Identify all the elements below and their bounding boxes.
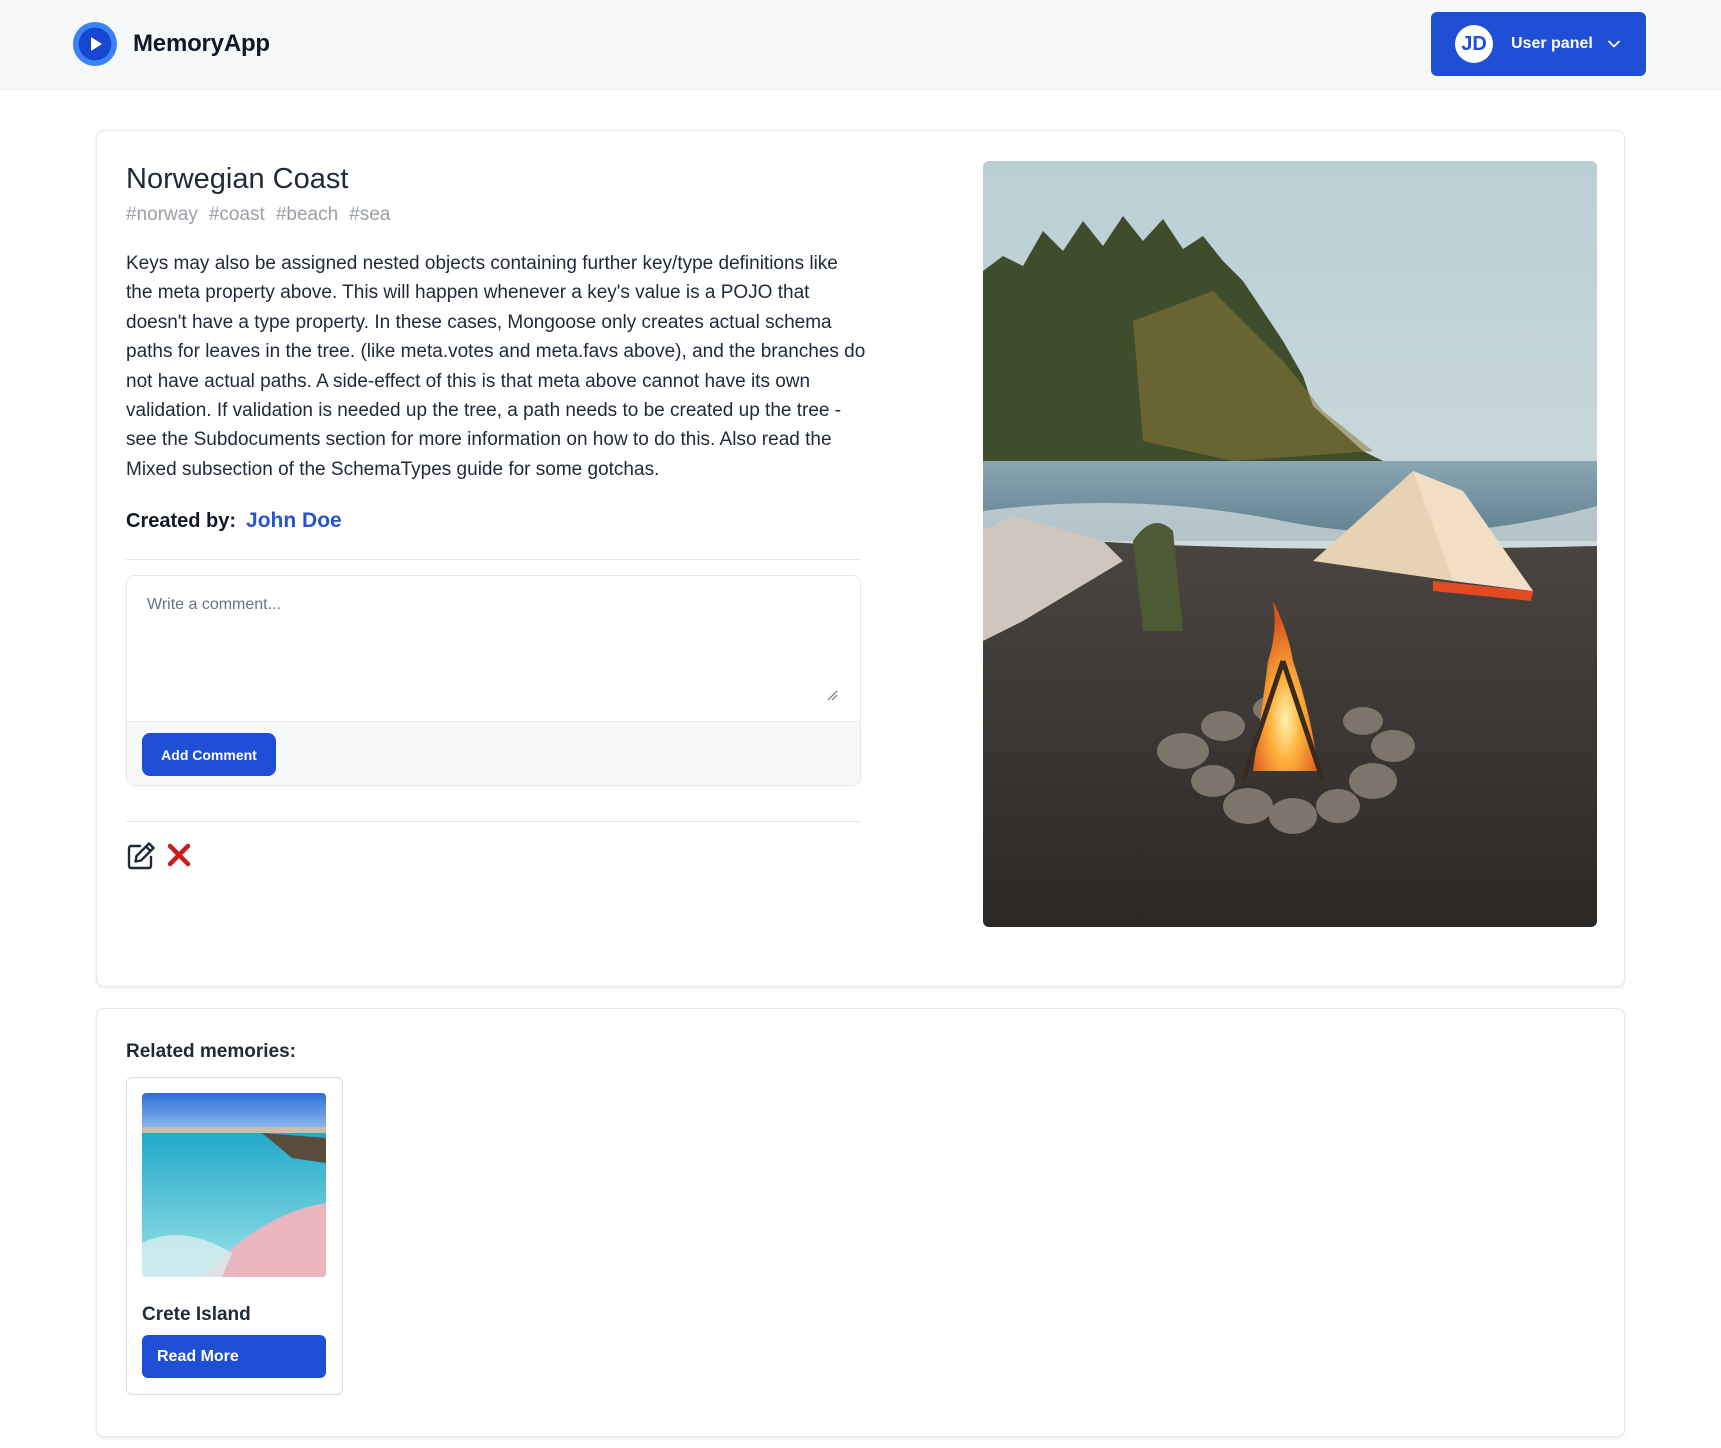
chevron-down-icon: [1607, 39, 1621, 49]
comment-input[interactable]: [127, 576, 860, 721]
divider: [126, 559, 861, 560]
created-by: Created by: John Doe: [126, 509, 342, 533]
tag-list: #norway #coast #beach #sea: [126, 204, 390, 226]
avatar: JD: [1455, 25, 1493, 63]
related-memories-section: Related memories: Crete Island Read More: [96, 1008, 1625, 1437]
resize-handle-icon[interactable]: [826, 688, 838, 706]
related-heading: Related memories:: [126, 1041, 297, 1062]
memory-card-title: Crete Island: [142, 1304, 251, 1325]
divider: [126, 821, 861, 822]
author-link[interactable]: John Doe: [246, 509, 342, 533]
created-by-label: Created by:: [126, 510, 237, 532]
brand-logo[interactable]: MemoryApp: [73, 22, 270, 66]
memory-title: Norwegian Coast: [126, 163, 349, 195]
comment-form-footer: Add Comment: [127, 721, 860, 785]
tag[interactable]: #beach: [276, 204, 338, 226]
tag[interactable]: #sea: [349, 204, 390, 226]
play-circle-icon: [73, 22, 117, 66]
comment-form: Add Comment: [126, 575, 861, 786]
memory-image: [983, 161, 1597, 927]
add-comment-button[interactable]: Add Comment: [142, 733, 276, 776]
tag[interactable]: #norway: [126, 204, 198, 226]
memory-description: Keys may also be assigned nested objects…: [126, 253, 866, 480]
edit-icon[interactable]: [125, 840, 157, 877]
tag[interactable]: #coast: [209, 204, 265, 226]
read-more-button[interactable]: Read More: [142, 1335, 326, 1378]
user-panel-button[interactable]: JD User panel: [1431, 12, 1646, 76]
memory-detail-card: Norwegian Coast #norway #coast #beach #s…: [96, 130, 1625, 987]
app-name: MemoryApp: [133, 30, 270, 57]
close-icon[interactable]: [167, 843, 191, 872]
user-panel-label: User panel: [1511, 35, 1593, 52]
related-memory-card: Crete Island Read More: [126, 1077, 343, 1395]
memory-thumbnail: [142, 1093, 326, 1277]
top-navbar: MemoryApp JD User panel: [0, 0, 1721, 90]
